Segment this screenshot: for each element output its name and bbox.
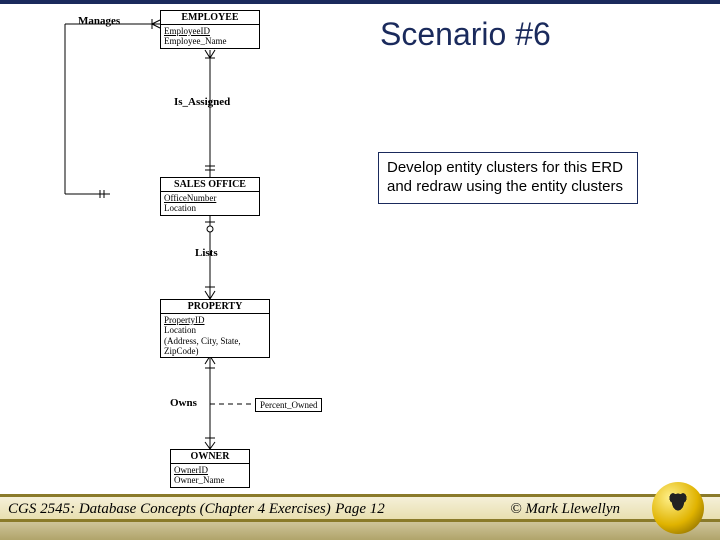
entity-owner-pk: OwnerID: [174, 465, 246, 475]
rel-owns: Owns: [170, 397, 197, 409]
erd-connectors: [0, 4, 310, 504]
footer-copyright: © Mark Llewellyn: [510, 501, 620, 518]
ucf-logo-icon: [652, 482, 704, 534]
rel-manages: Manages: [78, 15, 120, 27]
slide: Scenario #6 Develop entity clusters for …: [0, 0, 720, 540]
entity-sales-office-name: SALES OFFICE: [161, 178, 259, 192]
entity-owner-attrs: Owner_Name: [174, 475, 246, 485]
entity-property-pk: PropertyID: [164, 315, 266, 325]
instruction-text: Develop entity clusters for this ERD and…: [387, 159, 623, 195]
rel-lists: Lists: [195, 247, 218, 259]
entity-employee-pk: EmployeeID: [164, 26, 256, 36]
entity-employee-name: EMPLOYEE: [161, 11, 259, 25]
entity-sales-office-attrs: Location: [164, 203, 256, 213]
entity-property: PROPERTY PropertyID Location (Address, C…: [160, 299, 270, 358]
instruction-box: Develop entity clusters for this ERD and…: [378, 152, 638, 204]
footer-under-bar: [0, 522, 720, 540]
entity-employee-attrs: Employee_Name: [164, 36, 256, 46]
entity-employee: EMPLOYEE EmployeeID Employee_Name: [160, 10, 260, 49]
slide-title: Scenario #6: [380, 16, 551, 53]
entity-owner: OWNER OwnerID Owner_Name: [170, 449, 250, 488]
rel-is-assigned: Is_Assigned: [174, 96, 230, 108]
assoc-attr-percent-owned: Percent_Owned: [255, 398, 322, 412]
entity-sales-office-pk: OfficeNumber: [164, 193, 256, 203]
entity-property-name: PROPERTY: [161, 300, 269, 314]
entity-sales-office: SALES OFFICE OfficeNumber Location: [160, 177, 260, 216]
erd-diagram: EMPLOYEE EmployeeID Employee_Name Manage…: [0, 4, 310, 499]
entity-owner-name: OWNER: [171, 450, 249, 464]
entity-property-attrs: Location (Address, City, State, ZipCode): [164, 325, 266, 356]
